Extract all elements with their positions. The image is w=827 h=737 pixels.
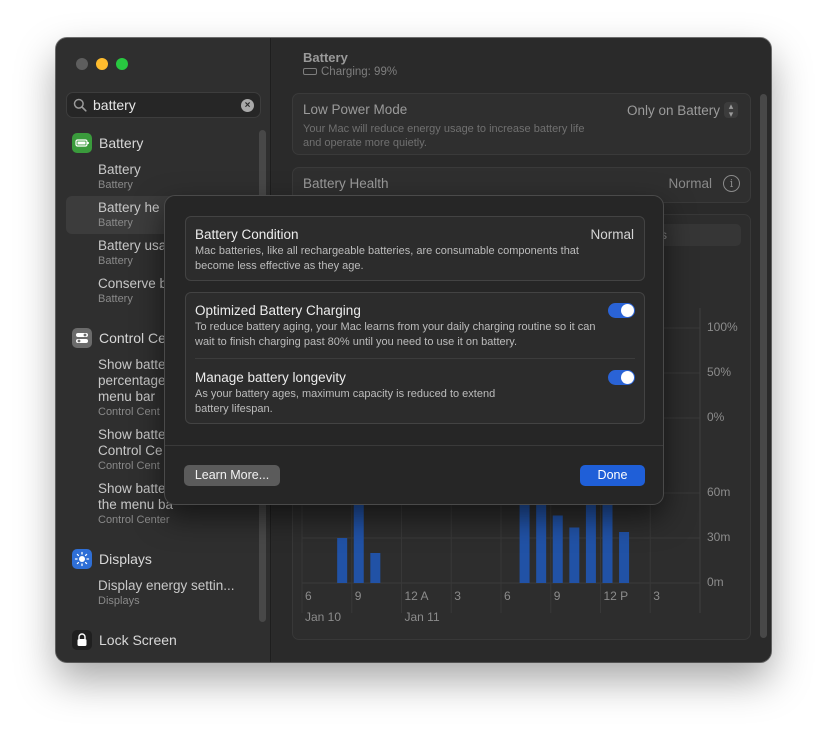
charging-options-card: Optimized Battery Charging To reduce bat… <box>185 292 645 424</box>
close-button[interactable] <box>76 58 88 70</box>
displays-icon <box>72 549 92 569</box>
longevity-title: Manage battery longevity <box>195 370 346 385</box>
toggle-knob <box>621 371 634 384</box>
battery-condition-value: Normal <box>590 227 634 242</box>
sidebar-result[interactable]: Display energy settin... Displays <box>98 578 248 608</box>
sidebar-category-label: Lock Screen <box>99 632 177 648</box>
result-subtitle: Control Center <box>98 514 170 526</box>
battery-icon <box>72 133 92 153</box>
battery-condition-title: Battery Condition <box>195 227 299 242</box>
longevity-description: As your battery ages, maximum capacity i… <box>195 388 496 415</box>
sidebar-category-label: Displays <box>99 551 152 567</box>
longevity-toggle[interactable] <box>608 370 635 385</box>
sidebar-category-label: Control Ce <box>99 330 166 346</box>
usage-bar <box>536 505 547 583</box>
x-tick-label: 12 P <box>603 589 629 603</box>
sidebar-result[interactable]: Battery Battery <box>98 162 248 192</box>
usage-bar <box>585 502 596 583</box>
x-tick-label: 9 <box>553 589 561 603</box>
usage-bar <box>569 527 580 583</box>
sidebar-category-label: Battery <box>99 135 144 151</box>
toggle-knob <box>621 304 634 317</box>
divider <box>195 358 635 359</box>
y-tick-label: 100% <box>707 320 738 334</box>
usage-bar <box>602 503 613 583</box>
battery-health-sheet: Battery Condition Normal Mac batteries, … <box>164 195 664 505</box>
optimized-charging-toggle[interactable] <box>608 303 635 318</box>
usage-bar <box>519 500 530 583</box>
optimized-charging-description: To reduce battery aging, your Mac learns… <box>195 321 596 348</box>
main-scrollbar[interactable] <box>760 94 767 638</box>
y-tick-label: 0% <box>707 410 725 424</box>
x-tick-label: 6 <box>305 589 312 603</box>
done-button[interactable]: Done <box>580 465 645 486</box>
battery-condition-description: Mac batteries, like all rechargeable bat… <box>195 245 579 272</box>
x-tick-label: 6 <box>504 589 511 603</box>
x-tick-label: 12 A <box>404 589 429 603</box>
lock-icon <box>72 630 92 650</box>
result-subtitle: Displays <box>98 595 140 607</box>
footer-divider <box>165 445 663 446</box>
zoom-button[interactable] <box>116 58 128 70</box>
search-field[interactable]: battery × <box>66 92 261 118</box>
y-tick-label: 30m <box>707 530 731 544</box>
result-subtitle: Battery <box>98 179 133 191</box>
battery-condition-card: Battery Condition Normal Mac batteries, … <box>185 216 645 281</box>
x-tick-label: 3 <box>653 589 660 603</box>
usage-bar <box>552 515 563 583</box>
usage-bar <box>353 503 364 583</box>
x-date-label: Jan 10 <box>305 610 342 624</box>
clear-icon[interactable]: × <box>241 99 254 112</box>
y-tick-label: 60m <box>707 485 731 499</box>
usage-bar <box>619 532 630 583</box>
result-title: Display energy settin... <box>98 578 235 593</box>
x-tick-label: 3 <box>454 589 461 603</box>
usage-bar <box>370 553 381 583</box>
y-tick-label: 0m <box>707 575 724 589</box>
x-date-label: Jan 11 <box>404 610 440 624</box>
learn-more-button[interactable]: Learn More... <box>184 465 280 486</box>
search-icon <box>73 98 87 112</box>
y-tick-label: 50% <box>707 365 732 379</box>
x-tick-label: 9 <box>354 589 362 603</box>
control-center-icon <box>72 328 92 348</box>
search-input[interactable]: battery <box>93 97 136 113</box>
usage-bar <box>337 538 348 583</box>
result-title: Battery <box>98 162 141 177</box>
minimize-button[interactable] <box>96 58 108 70</box>
optimized-charging-title: Optimized Battery Charging <box>195 303 361 318</box>
